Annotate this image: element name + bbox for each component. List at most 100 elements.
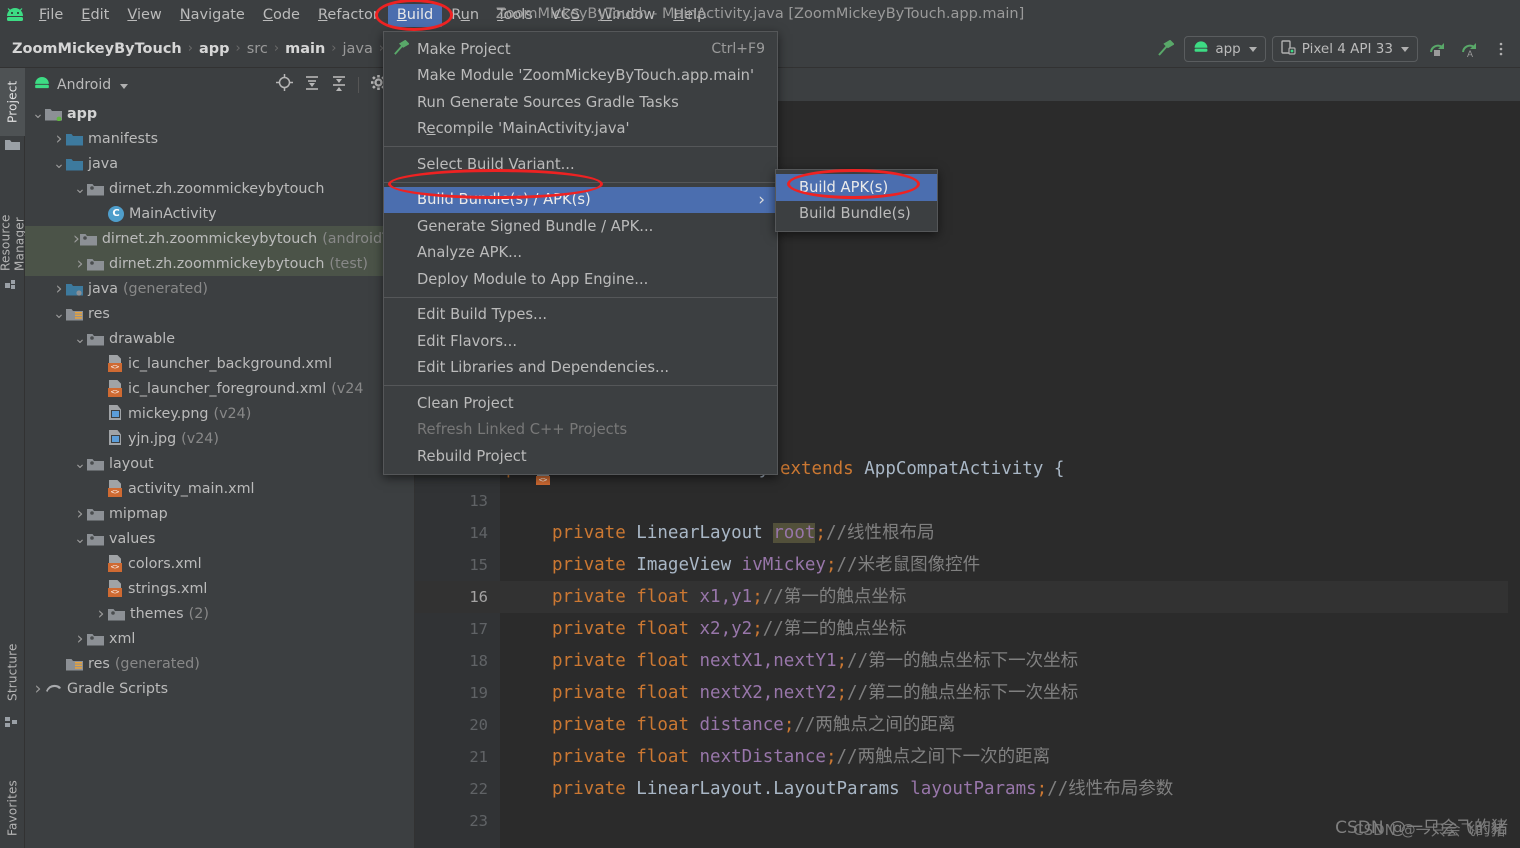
tree-item-java[interactable]: › java (generated) (25, 276, 414, 301)
menu-item-edit-flavors[interactable]: Edit Flavors... (384, 328, 777, 355)
menu-item-deploy-module-to-app-engine[interactable]: Deploy Module to App Engine... (384, 266, 777, 293)
tree-item-gradle-scripts[interactable]: › Gradle Scripts (25, 676, 414, 701)
code-line[interactable] (500, 805, 1520, 837)
menu-vcs[interactable]: VCS (542, 4, 589, 27)
menu-refactor[interactable]: Refactor (309, 4, 388, 27)
chevron-down-icon[interactable]: ⌄ (52, 307, 66, 321)
menu-item-build-bundle-s-apk-s[interactable]: Build Bundle(s) / APK(s) › (384, 186, 777, 213)
chevron-down-icon[interactable]: ⌄ (73, 457, 87, 471)
chevron-right-icon[interactable]: › (73, 630, 87, 647)
breadcrumb-main[interactable]: main (285, 41, 325, 57)
chevron-right-icon[interactable]: › (73, 255, 87, 272)
more-vertical-icon[interactable] (1488, 36, 1514, 62)
menu-edit[interactable]: Edit (72, 4, 118, 27)
locate-icon[interactable] (276, 74, 293, 95)
chevron-down-icon[interactable]: ⌄ (52, 157, 66, 171)
build-menu-dropdown[interactable]: Make Project Ctrl+F9 Make Module 'ZoomMick… (383, 31, 778, 475)
tree-item-colors-xml[interactable]: <> colors.xml (25, 551, 414, 576)
tree-item-strings-xml[interactable]: <> strings.xml (25, 576, 414, 601)
tree-item-app[interactable]: ⌄ app (25, 101, 414, 126)
sidebar-item-favorites[interactable]: Favorites (0, 768, 25, 848)
run-icon[interactable] (1424, 36, 1450, 62)
tree-item-res[interactable]: res (generated) (25, 651, 414, 676)
menu-item-run-generate-sources-gradle-tasks[interactable]: Run Generate Sources Gradle Tasks (384, 89, 777, 116)
menu-window[interactable]: Window (589, 4, 664, 27)
tree-item-ic-launcher-foreground-xml[interactable]: <> ic_launcher_foreground.xml (v24 (25, 376, 414, 401)
chevron-right-icon[interactable]: › (31, 680, 45, 697)
code-line[interactable] (500, 485, 1520, 517)
menu-run[interactable]: Run (442, 4, 488, 27)
tree-item-layout[interactable]: ⌄ layout (25, 451, 414, 476)
tree-item-yjn-jpg[interactable]: yjn.jpg (v24) (25, 426, 414, 451)
code-line[interactable]: private float x1,y1;//第一的触点坐标 (500, 581, 1520, 613)
code-line[interactable]: private float x2,y2;//第二的触点坐标 (500, 613, 1520, 645)
breadcrumb-java[interactable]: java (342, 41, 372, 57)
sidebar-item-project[interactable]: Project (0, 68, 25, 136)
submenu-item-build-bundle-s[interactable]: Build Bundle(s) (776, 201, 937, 228)
tree-item-ic-launcher-background-xml[interactable]: <> ic_launcher_background.xml (25, 351, 414, 376)
tree-item-dirnet-zh-zoommickeybytouch[interactable]: ⌄ dirnet.zh.zoommickeybytouch (25, 176, 414, 201)
tree-item-mainactivity[interactable]: C MainActivity (25, 201, 414, 226)
tree-item-dirnet-zh-zoommickeybytouch[interactable]: › dirnet.zh.zoommickeybytouch (test) (25, 251, 414, 276)
code-line[interactable]: private float nextDistance;//两触点之间下一次的距离 (500, 741, 1520, 773)
run-anything-icon[interactable]: A (1456, 36, 1482, 62)
chevron-right-icon[interactable]: › (52, 130, 66, 147)
chevron-down-icon[interactable] (120, 83, 129, 89)
breadcrumb-src[interactable]: src (247, 41, 268, 57)
breadcrumb-project[interactable]: ZoomMickeyByTouch (12, 41, 182, 57)
code-line[interactable]: private LinearLayout root;//线性根布局 (500, 517, 1520, 549)
tree-item-dirnet-zh-zoommickeybytouch[interactable]: › dirnet.zh.zoommickeybytouch (androidTest… (25, 226, 414, 251)
sidebar-item-structure[interactable]: Structure (0, 633, 25, 711)
code-line[interactable]: private LinearLayout.LayoutParams layout… (500, 773, 1520, 805)
tree-item-xml[interactable]: › xml (25, 626, 414, 651)
menu-item-generate-signed-bundle-apk[interactable]: Generate Signed Bundle / APK... (384, 213, 777, 240)
menu-code[interactable]: Code (254, 4, 309, 27)
editor-scrollbar[interactable] (1508, 169, 1520, 848)
module-selector[interactable]: app (1184, 36, 1266, 62)
menu-item-make-project[interactable]: Make Project Ctrl+F9 (384, 36, 777, 63)
tree-item-res[interactable]: ⌄ res (25, 301, 414, 326)
submenu-item-build-apk-s[interactable]: Build APK(s) (776, 174, 937, 201)
menu-item-select-build-variant[interactable]: Select Build Variant... (384, 151, 777, 178)
menu-item-edit-libraries-and-dependencies[interactable]: Edit Libraries and Dependencies... (384, 355, 777, 382)
menu-file[interactable]: File (30, 4, 72, 27)
chevron-down-icon[interactable]: ⌄ (31, 107, 45, 121)
code-line[interactable]: private ImageView ivMickey;//米老鼠图像控件 (500, 549, 1520, 581)
chevron-right-icon[interactable]: › (73, 505, 87, 522)
chevron-right-icon[interactable]: › (52, 280, 66, 297)
code-line[interactable]: private float distance;//两触点之间的距离 (500, 709, 1520, 741)
tree-item-java[interactable]: ⌄ java (25, 151, 414, 176)
build-bundle-apk-submenu[interactable]: Build APK(s) Build Bundle(s) (775, 169, 938, 232)
device-selector[interactable]: Pixel 4 API 33 (1271, 36, 1418, 62)
menu-view[interactable]: View (118, 4, 170, 27)
chevron-right-icon[interactable]: › (94, 605, 108, 622)
chevron-down-icon[interactable]: ⌄ (73, 532, 87, 546)
tree-item-drawable[interactable]: ⌄ drawable (25, 326, 414, 351)
menu-tools[interactable]: Tools (488, 4, 542, 27)
hammer-icon[interactable] (1152, 36, 1178, 62)
tree-item-themes[interactable]: › themes (2) (25, 601, 414, 626)
menu-navigate[interactable]: Navigate (171, 4, 254, 27)
menu-build[interactable]: Build (387, 3, 443, 27)
chevron-down-icon[interactable]: ⌄ (73, 332, 87, 346)
menu-item-analyze-apk[interactable]: Analyze APK... (384, 240, 777, 267)
sidebar-item-resource-manager[interactable]: Resource Manager (0, 156, 27, 276)
tree-item-activity-main-xml[interactable]: <> activity_main.xml (25, 476, 414, 501)
chevron-down-icon[interactable]: ⌄ (73, 182, 87, 196)
tree-item-mickey-png[interactable]: mickey.png (v24) (25, 401, 414, 426)
breadcrumb-app[interactable]: app (199, 41, 230, 57)
menu-item-rebuild-project[interactable]: Rebuild Project (384, 443, 777, 470)
expand-all-icon[interactable] (304, 75, 320, 95)
project-tree[interactable]: ⌄ app › manifests ⌄ java ⌄ dirnet.zh.zoommickey… (25, 101, 414, 848)
chevron-right-icon[interactable]: › (73, 230, 80, 247)
tree-item-values[interactable]: ⌄ values (25, 526, 414, 551)
menu-item-recompile-mainactivity-java[interactable]: Recompile 'MainActivity.java' (384, 116, 777, 143)
menu-item-clean-project[interactable]: Clean Project (384, 390, 777, 417)
menu-item-edit-build-types[interactable]: Edit Build Types... (384, 302, 777, 329)
menu-help[interactable]: Help (664, 4, 715, 27)
code-line[interactable]: private float nextX2,nextY2;//第二的触点坐标下一次… (500, 677, 1520, 709)
menu-item-make-module-zoommickeybytouch-app-main[interactable]: Make Module 'ZoomMickeyByTouch.app.main' (384, 63, 777, 90)
tree-item-mipmap[interactable]: › mipmap (25, 501, 414, 526)
collapse-all-icon[interactable] (331, 75, 347, 95)
code-line[interactable]: private float nextX1,nextY1;//第一的触点坐标下一次… (500, 645, 1520, 677)
